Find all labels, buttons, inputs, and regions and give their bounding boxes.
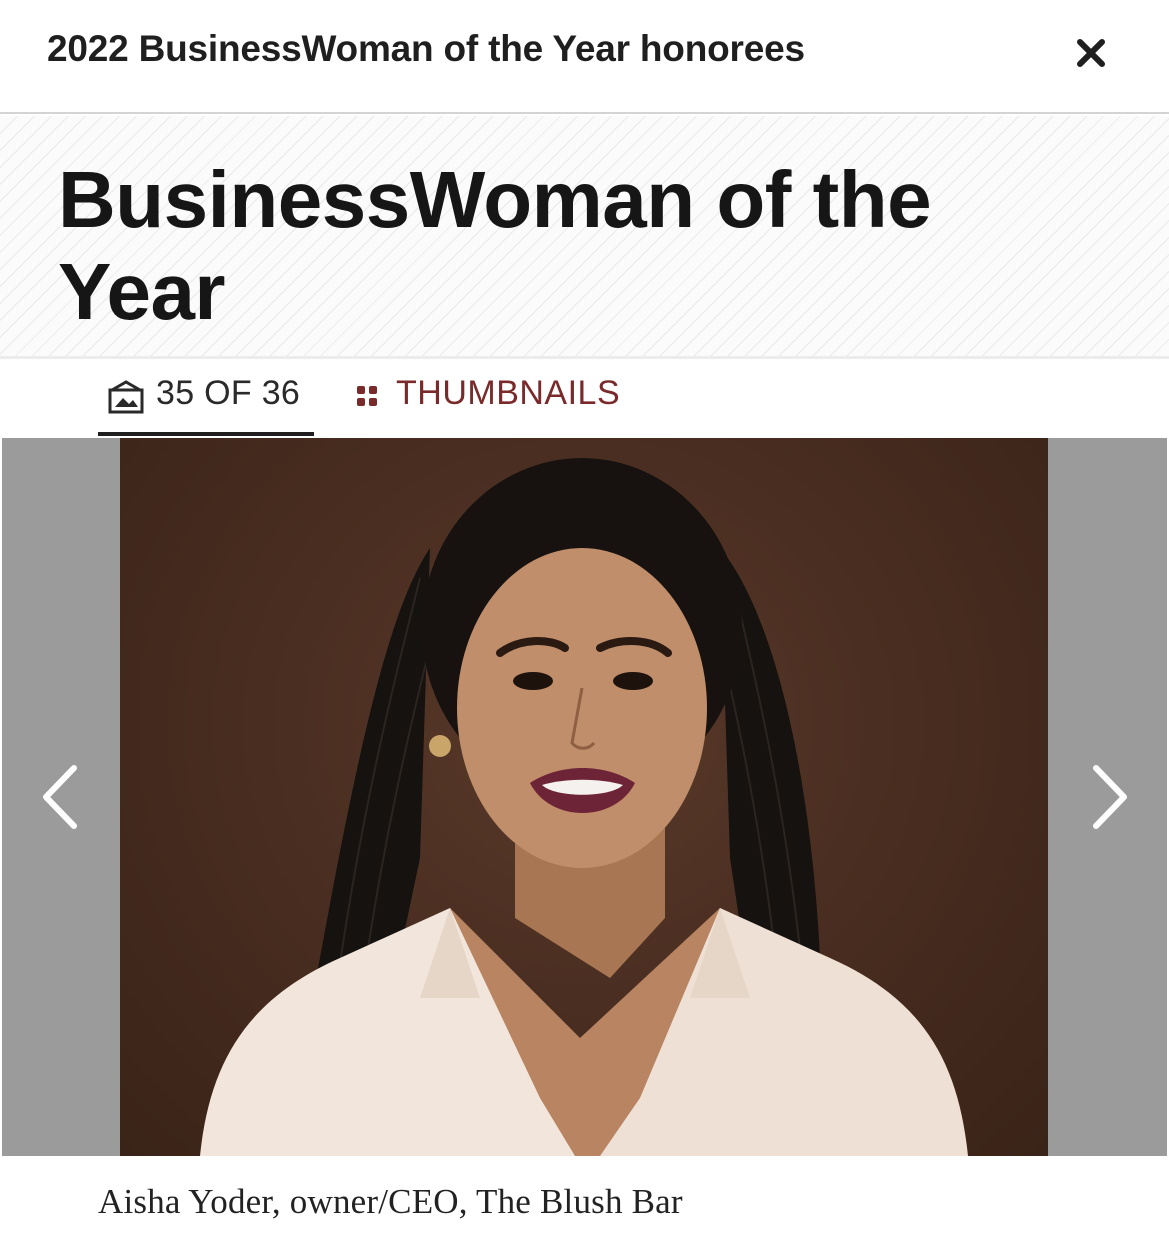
next-button[interactable] (1048, 438, 1167, 1156)
modal-header: 2022 BusinessWoman of the Year honorees (0, 0, 1169, 114)
grid-icon (356, 385, 378, 412)
gallery-icon (106, 376, 146, 421)
slide-counter-label: 35 OF 36 (156, 374, 301, 412)
chevron-right-icon (1088, 762, 1132, 837)
gallery-hero: BusinessWoman of the Year (0, 116, 1169, 356)
tab-thumbnails[interactable]: THUMBNAILS (354, 359, 644, 436)
gallery-title: BusinessWoman of the Year (58, 155, 932, 336)
image-gallery (0, 436, 1169, 1156)
previous-button[interactable] (2, 438, 120, 1156)
gallery-photo (120, 438, 1048, 1156)
chevron-left-icon (38, 762, 82, 837)
photo-caption: Aisha Yoder, owner/CEO, The Blush Bar (98, 1182, 683, 1221)
tab-slide-counter[interactable]: 35 OF 36 (98, 359, 314, 436)
close-button[interactable] (1066, 30, 1116, 80)
thumbnails-label: THUMBNAILS (396, 374, 621, 412)
modal-title: 2022 BusinessWoman of the Year honorees (47, 28, 805, 69)
gallery-tabbar: 35 OF 36 THUMBNAILS (0, 356, 1169, 436)
close-icon (1074, 36, 1108, 75)
